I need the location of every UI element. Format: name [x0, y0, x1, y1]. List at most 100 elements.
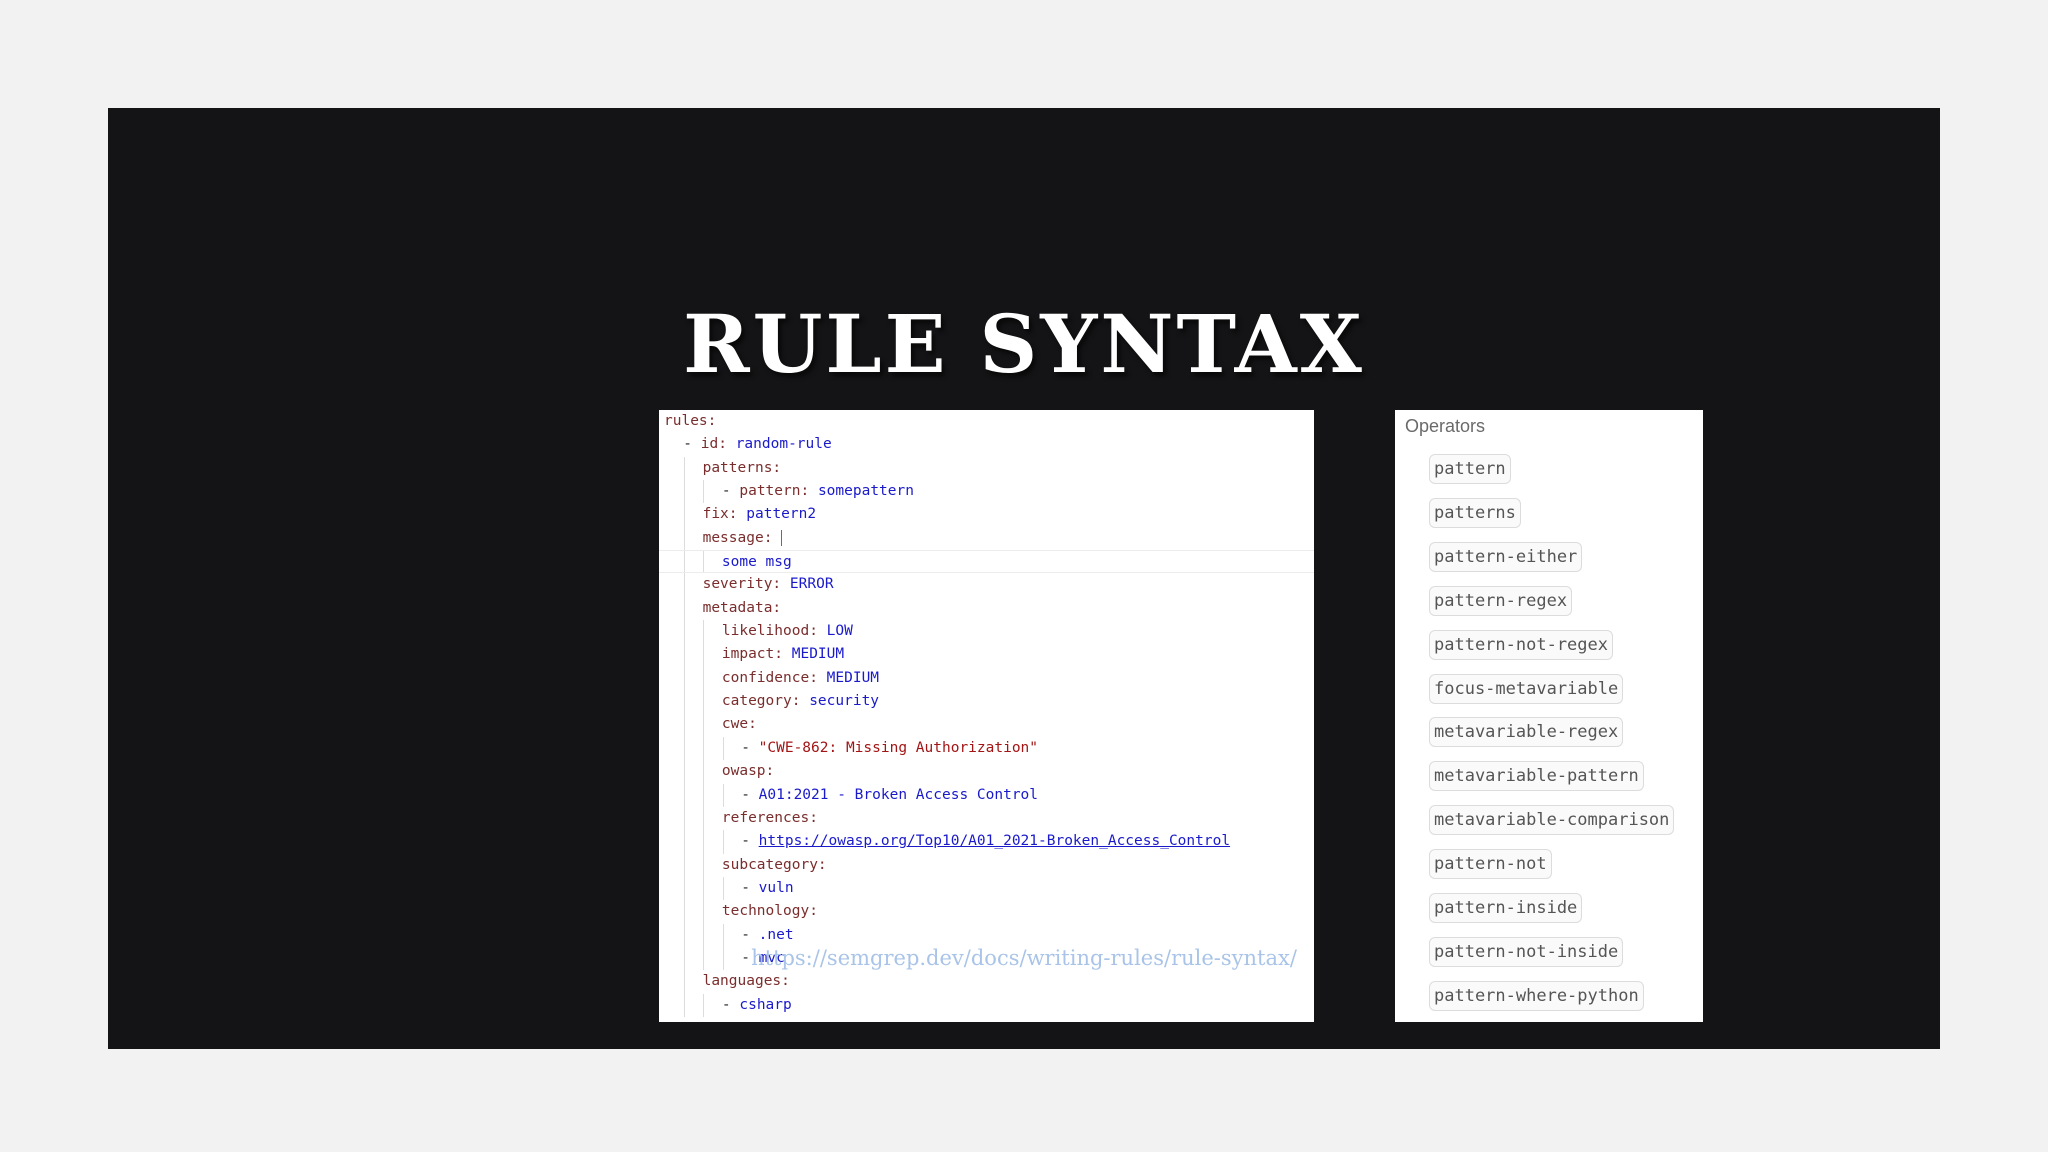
indent-guide [684, 806, 685, 831]
indent-guide [684, 923, 685, 947]
indent-guide [684, 456, 685, 481]
code-line: cwe: [659, 713, 1314, 737]
code-token: message: [702, 529, 782, 546]
operator-pattern-not-regex: pattern-not-regex [1429, 629, 1613, 660]
code-line-content: cwe: [722, 713, 757, 736]
indent-guide [703, 806, 705, 831]
operators-title: Operators [1405, 416, 1486, 436]
indent-guide [722, 876, 724, 901]
code-line: some msg [659, 550, 1314, 574]
operator-metavariable-pattern: metavariable-pattern [1429, 761, 1644, 792]
operator-pattern-not: pattern-not [1429, 849, 1552, 880]
code-token: - [741, 926, 759, 943]
code-token: category: [721, 693, 810, 710]
indent-guide [703, 783, 705, 807]
code-line: fix: pattern2 [659, 503, 1314, 527]
code-token: likelihood: [721, 623, 827, 640]
operators-panel: Operators pattern patterns pattern-either p… [1395, 410, 1703, 1022]
code-line-content: - "CWE-862: Missing Authorization" [741, 737, 1038, 760]
code-line-content: - A01:2021 - Broken Access Control [741, 784, 1038, 807]
code-token: security [809, 693, 880, 710]
code-token: subcategory: [721, 856, 827, 873]
indent-guide [703, 666, 705, 691]
code-line: - pattern: somepattern [659, 480, 1314, 504]
code-line-content: - https://owasp.org/Top10/A01_2021-Broke… [741, 830, 1230, 853]
code-line: rules: [659, 410, 1314, 433]
indent-guide [703, 551, 705, 573]
code-line-content: - .net [741, 924, 793, 947]
indent-guide [684, 970, 685, 994]
source-link[interactable]: https://semgrep.dev/docs/writing-rules/r… [108, 946, 1940, 970]
code-token: - [741, 833, 759, 850]
operator-pattern: pattern [1429, 454, 1511, 484]
code-token: - [741, 739, 759, 756]
code-token: - [741, 786, 759, 803]
indent-guide [703, 690, 705, 714]
indent-guide [703, 760, 705, 784]
indent-guide [684, 876, 685, 901]
code-token: severity: [702, 576, 790, 593]
code-token: cwe: [721, 716, 757, 733]
code-token: "CWE-862: Missing Authorization" [758, 739, 1039, 756]
code-line: - vuln [659, 876, 1314, 901]
indent-guide [684, 596, 685, 621]
code-token: confidence: [721, 669, 827, 686]
indent-guide [684, 830, 685, 854]
code-token: - [741, 879, 759, 896]
indent-guide [703, 993, 705, 1017]
code-token: pattern: [739, 483, 818, 500]
code-line-content: technology: [722, 900, 818, 923]
operator-metavariable-regex: metavariable-regex [1429, 717, 1624, 748]
code-line: - csharp [659, 993, 1314, 1017]
indent-guide [684, 713, 685, 737]
operator-patterns: patterns [1429, 497, 1521, 528]
code-token: somepattern [817, 483, 914, 500]
code-token: metadata: [702, 599, 782, 616]
code-token: ERROR [789, 576, 834, 593]
code-token: - [683, 436, 701, 453]
code-line: references: [659, 806, 1314, 831]
indent-guide [703, 853, 705, 877]
code-line-content: patterns: [703, 457, 782, 480]
code-line-content: rules: [664, 410, 716, 433]
slide: RULE SYNTAX rules: - id: random-rule patte… [108, 108, 1940, 1049]
code-line-content: likelihood: LOW [722, 620, 853, 643]
indent-guide [722, 923, 724, 947]
code-token: LOW [826, 623, 853, 640]
code-link[interactable]: https://owasp.org/Top10/A01_2021-Broken_… [759, 833, 1230, 849]
code-line: - id: random-rule [659, 433, 1314, 456]
code-token: fix: [702, 506, 747, 523]
indent-guide [684, 620, 685, 644]
indent-guide [684, 503, 685, 527]
code-line-content: metadata: [703, 597, 782, 620]
code-token: some msg [721, 554, 792, 571]
code-line-content: - pattern: somepattern [722, 480, 914, 503]
indent-guide [722, 783, 724, 807]
code-line: message: [659, 526, 1314, 551]
code-line: - .net [659, 923, 1314, 947]
indent-guide [684, 643, 685, 667]
indent-guide [684, 900, 685, 924]
code-token: csharp [739, 996, 792, 1013]
code-token: references: [721, 809, 818, 826]
indent-guide [703, 480, 705, 504]
code-line-content: - vuln [741, 877, 793, 900]
code-token: vuln [758, 879, 794, 896]
code-line-content: category: security [722, 690, 879, 713]
code-line: - https://owasp.org/Top10/A01_2021-Broke… [659, 830, 1314, 854]
code-line-content: subcategory: [722, 854, 827, 877]
code-line: - A01:2021 - Broken Access Control [659, 783, 1314, 807]
indent-guide [703, 736, 705, 761]
code-token: random-rule [735, 436, 832, 453]
code-line: languages: [659, 970, 1314, 994]
code-line-content: - csharp [722, 994, 792, 1017]
indent-guide [722, 830, 724, 854]
indent-guide [703, 620, 705, 644]
code-token: rules: [664, 413, 717, 429]
indent-guide [703, 876, 705, 901]
code-line-content: message: [703, 527, 783, 550]
code-token: MEDIUM [826, 669, 880, 686]
indent-guide [684, 736, 685, 761]
indent-guide [684, 526, 685, 551]
indent-guide [684, 551, 685, 573]
